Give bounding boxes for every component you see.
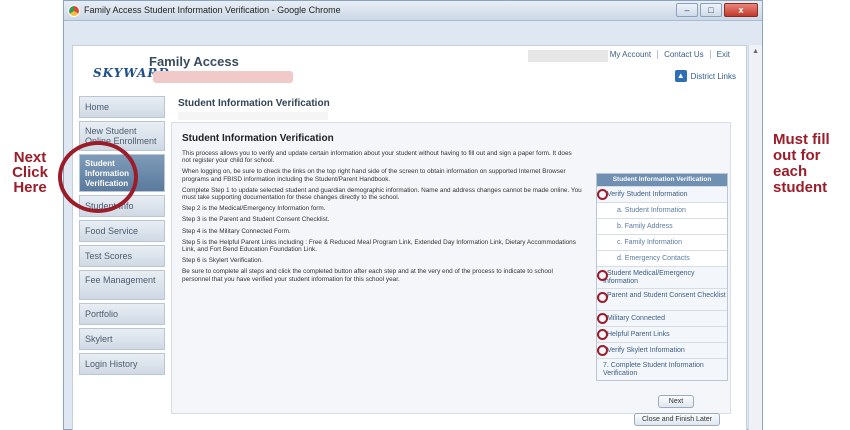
step-complete-verification[interactable]: 7. Complete Student Information Verifica… bbox=[597, 358, 727, 380]
contact-us-link[interactable]: Contact Us bbox=[657, 50, 710, 59]
step-label: Verify Student Information bbox=[607, 191, 688, 198]
window-controls: – □ x bbox=[676, 3, 758, 17]
sidebar-item-portfolio[interactable]: Portfolio bbox=[79, 303, 165, 325]
instruction-paragraph: Step 4 is the Military Connected Form. bbox=[182, 227, 291, 235]
instruction-paragraph: Step 2 is the Medical/Emergency Informat… bbox=[182, 205, 326, 213]
exit-link[interactable]: Exit bbox=[709, 50, 736, 59]
steps-panel-header: Student Information Verification bbox=[597, 174, 727, 186]
my-account-link[interactable]: My Account bbox=[604, 50, 657, 59]
step-helpful-parent-links[interactable]: Helpful Parent Links bbox=[597, 326, 727, 342]
sidebar-item-home[interactable]: Home bbox=[79, 96, 165, 118]
instruction-paragraph: When logging on, be sure to check the li… bbox=[182, 168, 566, 183]
sidebar-item-skylert[interactable]: Skylert bbox=[79, 328, 165, 350]
redacted-subtitle bbox=[178, 112, 328, 120]
step-military-connected[interactable]: Military Connected bbox=[597, 310, 727, 326]
page-content: SKYWARD Family Access My Account Contact… bbox=[72, 45, 747, 430]
chrome-logo-icon bbox=[68, 5, 80, 17]
sidebar-item-fee-management[interactable]: Fee Management bbox=[79, 270, 165, 300]
toolbar-strip bbox=[64, 21, 762, 45]
instruction-paragraph: Step 3 is the Parent and Student Consent… bbox=[182, 216, 330, 224]
district-links-label: District Links bbox=[690, 71, 736, 81]
instruction-paragraph: Step 5 is the Helpful Parent Links inclu… bbox=[182, 238, 576, 254]
step-verify-skylert[interactable]: Verify Skylert Information bbox=[597, 342, 727, 358]
vertical-scrollbar[interactable] bbox=[748, 45, 762, 430]
sidebar-item-login-history[interactable]: Login History bbox=[79, 353, 165, 375]
top-links: My Account Contact Us Exit bbox=[604, 50, 736, 59]
step-verify-student-information[interactable]: Verify Student Information bbox=[597, 186, 727, 202]
instructions-heading: Student Information Verification bbox=[182, 133, 334, 144]
maximize-button[interactable]: □ bbox=[700, 3, 722, 17]
step-student-information[interactable]: a. Student Information bbox=[597, 202, 727, 218]
sidebar: Home New Student Online Enrollment Stude… bbox=[79, 96, 165, 378]
step-emergency-contacts[interactable]: d. Emergency Contacts bbox=[597, 250, 727, 266]
step-consent-checklist[interactable]: Parent and Student Consent Checklist bbox=[597, 288, 727, 310]
step-family-address[interactable]: b. Family Address bbox=[597, 218, 727, 234]
sidebar-item-food-service[interactable]: Food Service bbox=[79, 220, 165, 242]
close-and-finish-later-button[interactable]: Close and Finish Later bbox=[634, 413, 720, 426]
instruction-paragraph: Complete Step 1 to update selected stude… bbox=[182, 186, 582, 202]
step-highlight-ring bbox=[597, 313, 608, 324]
step-label: Military Connected bbox=[607, 315, 665, 322]
next-click-highlight-ring bbox=[58, 141, 138, 213]
step-medical-emergency[interactable]: Student Medical/Emergency Information bbox=[597, 266, 727, 288]
step-highlight-ring bbox=[597, 270, 608, 281]
step-highlight-ring bbox=[597, 292, 608, 303]
instructions: Student Information Verification This pr… bbox=[182, 131, 582, 287]
next-click-annotation: Next Click Here bbox=[12, 149, 48, 196]
close-button[interactable]: x bbox=[724, 3, 758, 17]
step-highlight-ring bbox=[597, 189, 608, 200]
steps-panel: Student Information Verification Verify … bbox=[596, 173, 728, 381]
scroll-up-icon[interactable]: ▲ bbox=[752, 48, 759, 55]
step-family-information[interactable]: c. Family Information bbox=[597, 234, 727, 250]
title-bar: Family Access Student Information Verifi… bbox=[64, 1, 762, 21]
step-label: Verify Skylert Information bbox=[607, 347, 685, 354]
main-panel: Student Information Verification This pr… bbox=[171, 122, 731, 426]
window-title: Family Access Student Information Verifi… bbox=[84, 5, 341, 15]
browser-window: Family Access Student Information Verifi… bbox=[63, 0, 763, 430]
page-header: SKYWARD Family Access My Account Contact… bbox=[73, 46, 746, 94]
page-title: Student Information Verification bbox=[178, 98, 330, 109]
redacted-top-bar bbox=[528, 50, 608, 62]
step-label: Helpful Parent Links bbox=[607, 331, 670, 338]
must-fill-annotation: Must fill out for each student bbox=[773, 131, 830, 196]
instruction-paragraph: Step 6 is Skylert Verification. bbox=[182, 257, 263, 265]
sidebar-item-test-scores[interactable]: Test Scores bbox=[79, 245, 165, 267]
step-highlight-ring bbox=[597, 345, 608, 356]
screenshot-stage: Next Click Here Must fill out for each s… bbox=[0, 0, 850, 430]
next-button[interactable]: Next bbox=[658, 395, 694, 408]
minimize-button[interactable]: – bbox=[676, 3, 698, 17]
district-links[interactable]: ▲ District Links bbox=[674, 70, 736, 82]
step-label: Student Medical/Emergency Information bbox=[603, 270, 695, 285]
app-name: Family Access bbox=[149, 54, 239, 69]
step-highlight-ring bbox=[597, 329, 608, 340]
district-links-icon: ▲ bbox=[674, 70, 687, 82]
step-label: Parent and Student Consent Checklist bbox=[607, 292, 726, 299]
instruction-paragraph: Be sure to complete all steps and click … bbox=[182, 268, 553, 283]
redacted-user-name bbox=[153, 71, 293, 83]
instruction-paragraph: This process allows you to verify and up… bbox=[182, 150, 572, 165]
